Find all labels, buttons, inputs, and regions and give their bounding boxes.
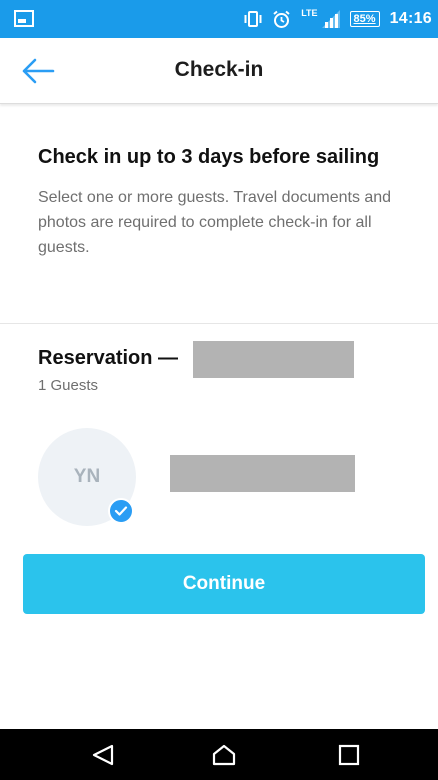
- guest-count: 1 Guests: [38, 377, 99, 394]
- guest-item[interactable]: YN: [38, 428, 398, 528]
- divider: [0, 323, 438, 324]
- notification-icon: [14, 10, 34, 27]
- signal-icon: [321, 10, 340, 28]
- guest-name-redacted: [170, 455, 355, 492]
- screen: LTE 85% 14:16 Check-in Check in up to 3 …: [0, 0, 438, 780]
- nav-back-icon[interactable]: [90, 743, 116, 767]
- nav-recent-icon[interactable]: [336, 743, 362, 767]
- intro-description: Select one or more guests. Travel docume…: [38, 189, 392, 256]
- network-type: LTE: [301, 8, 318, 18]
- battery-icon: 85%: [349, 11, 380, 27]
- reservation-title: Reservation —: [38, 347, 179, 369]
- app-header: Check-in: [0, 38, 438, 104]
- intro-heading: Check in up to 3 days before sailing: [38, 146, 380, 168]
- nav-home-icon[interactable]: [211, 743, 237, 767]
- intro-section: Check in up to 3 days before sailing Sel…: [38, 143, 398, 260]
- alarm-icon: [273, 10, 290, 28]
- reservation-number-redacted: [193, 341, 354, 378]
- continue-button[interactable]: Continue: [23, 554, 425, 614]
- status-bar: LTE 85% 14:16: [0, 0, 438, 38]
- navigation-bar: [0, 729, 438, 780]
- vibrate-icon: [244, 11, 262, 27]
- clock: 14:16: [389, 10, 432, 27]
- check-icon: [108, 498, 134, 524]
- page-title: Check-in: [174, 58, 264, 81]
- status-icons: LTE 85% 14:16: [244, 0, 432, 38]
